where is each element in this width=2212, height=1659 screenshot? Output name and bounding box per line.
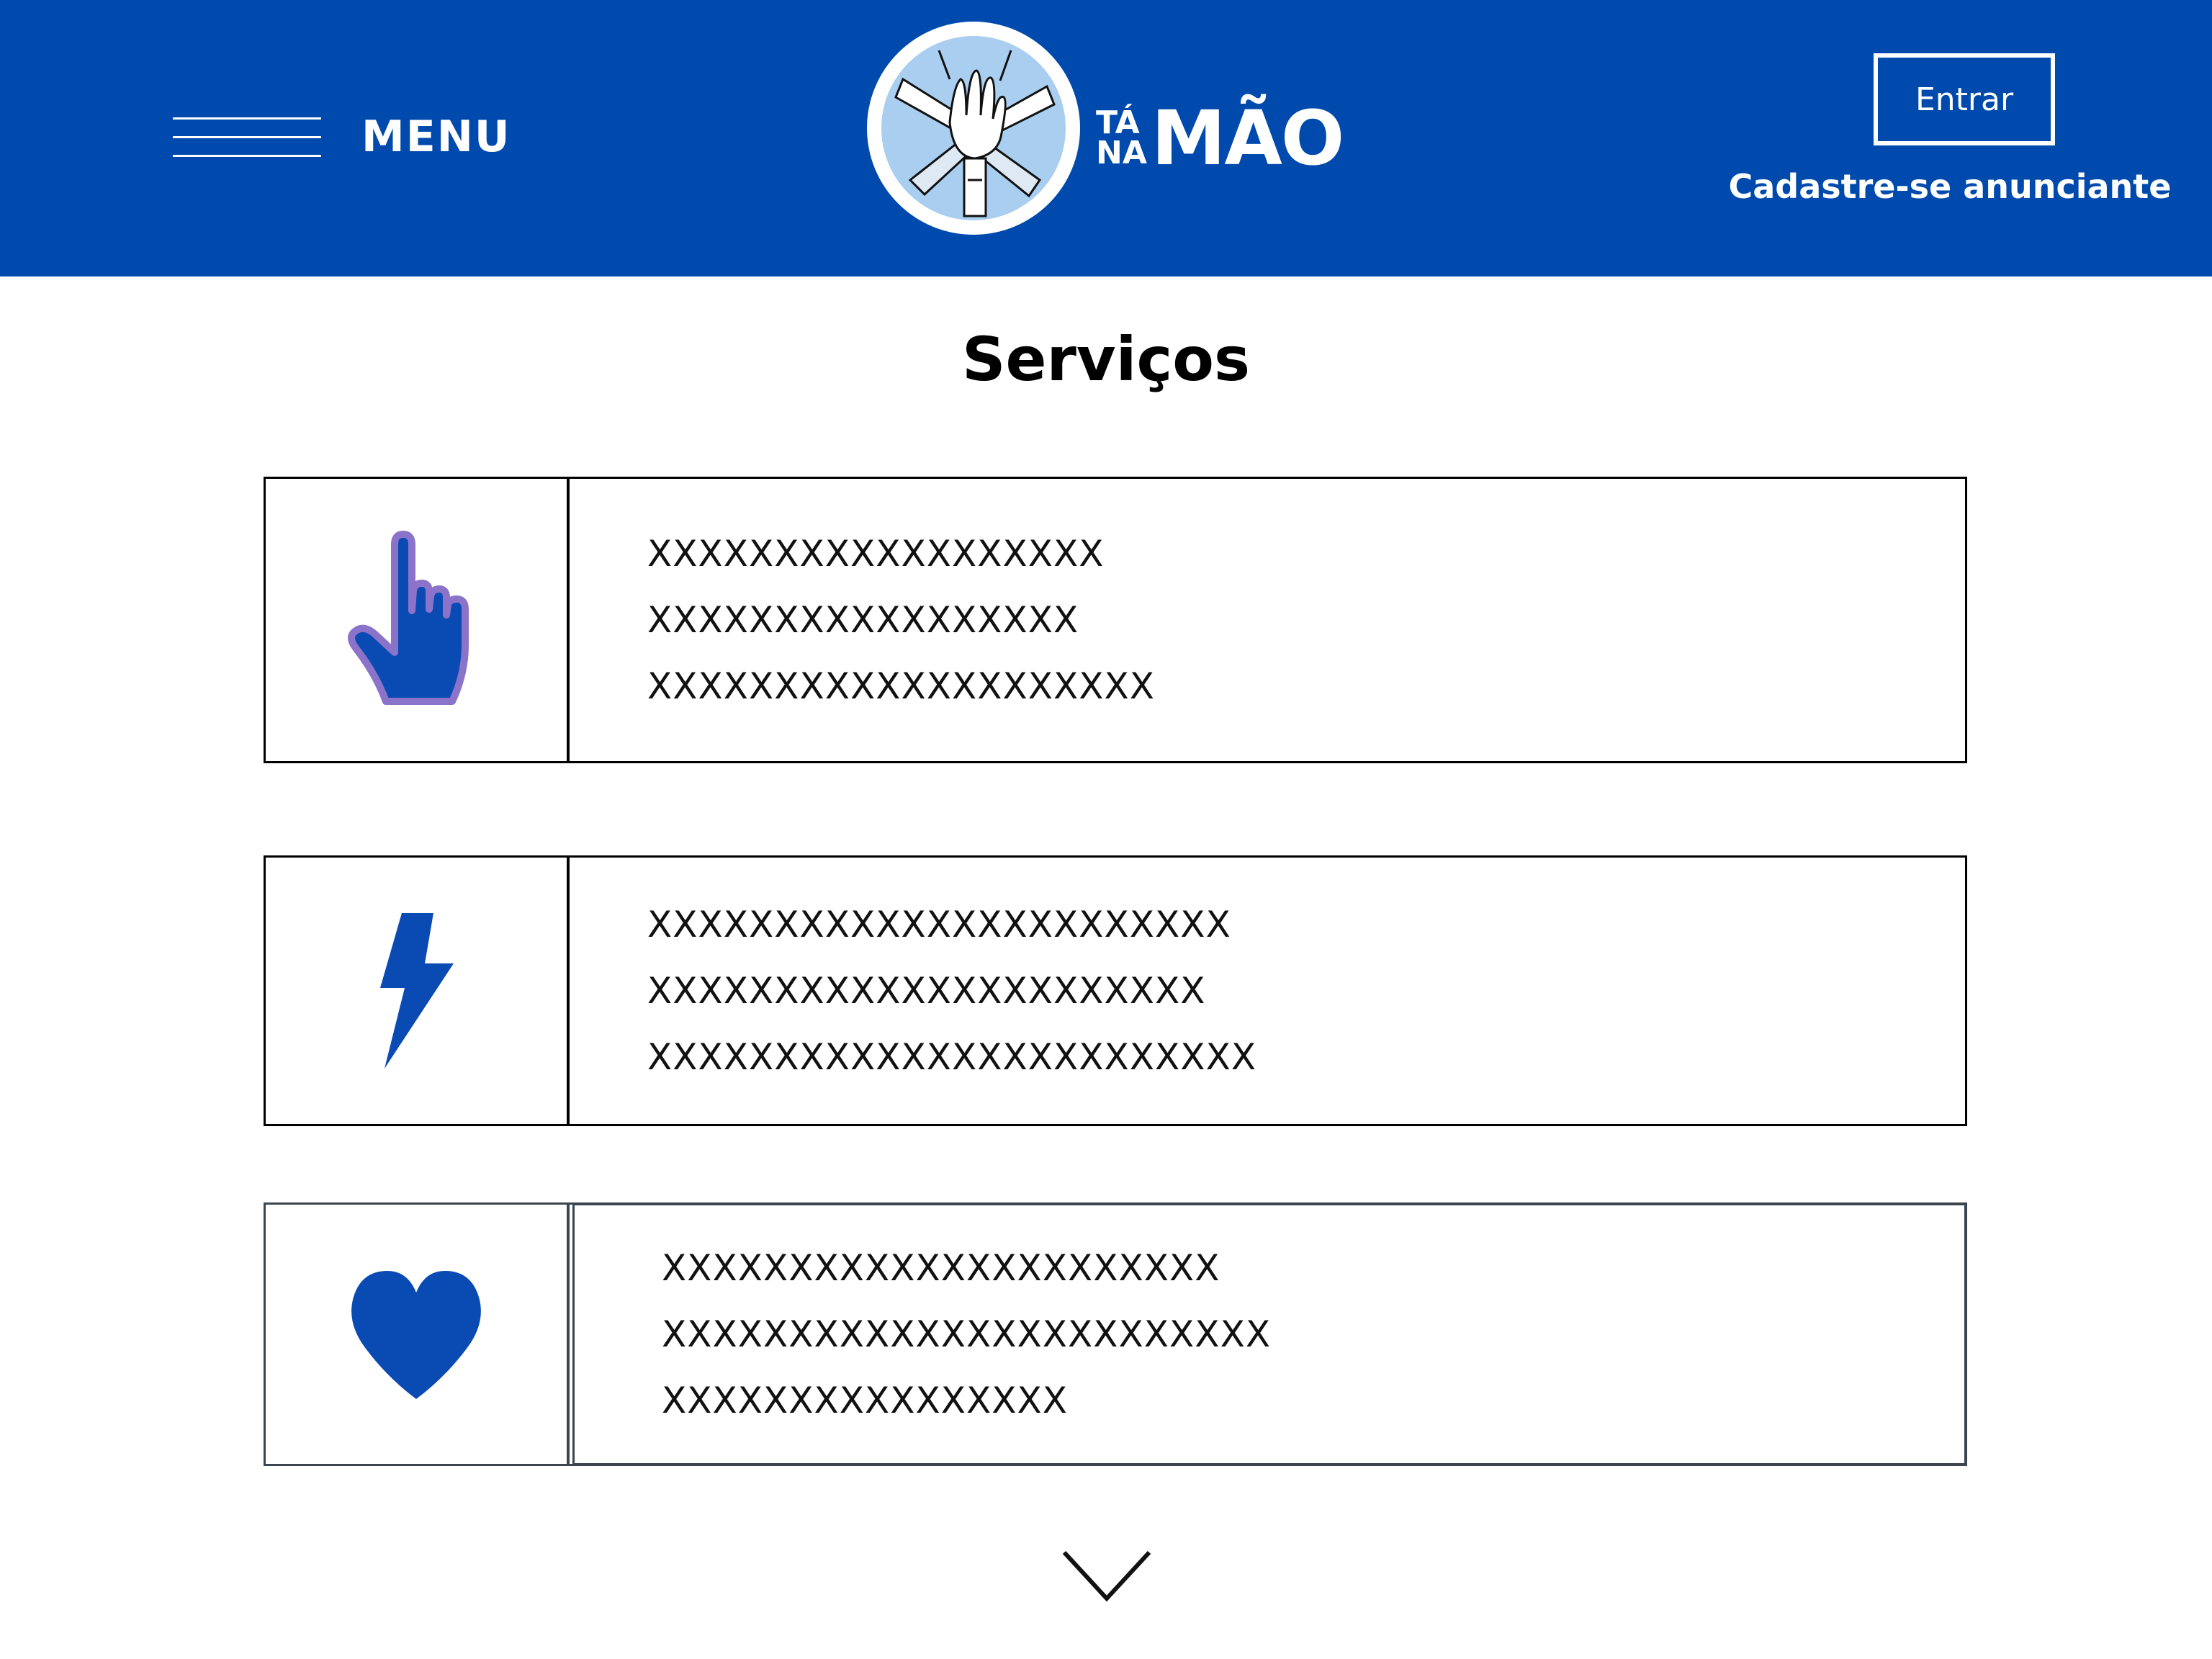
top-header: MENU TÁ NA MÃO Entrar Cadastre-se anunci… — [0, 0, 2212, 276]
lightning-bolt-icon — [380, 913, 454, 1069]
service-card[interactable]: XXXXXXXXXXXXXXXXXX XXXXXXXXXXXXXXXXX XXX… — [264, 477, 1967, 763]
logo-wordmark: TÁ NA MÃO — [1096, 94, 1344, 182]
service-card[interactable]: XXXXXXXXXXXXXXXXXXXXXX XXXXXXXXXXXXXXXXX… — [264, 1202, 1967, 1466]
logo-word-ta: TÁ — [1096, 104, 1140, 141]
service-icon-box — [266, 479, 570, 761]
register-advertiser-link[interactable]: Cadastre-se anunciante — [1728, 167, 2172, 206]
pointing-hand-icon — [348, 531, 469, 705]
service-description: XXXXXXXXXXXXXXXXXX XXXXXXXXXXXXXXXXX XXX… — [647, 479, 1155, 761]
login-button[interactable]: Entrar — [1874, 53, 2055, 145]
page-title: Serviços — [962, 324, 1250, 395]
hamburger-icon — [173, 112, 321, 162]
service-icon-box — [266, 1205, 570, 1464]
service-text-line: XXXXXXXXXXXXXXXXXXXX — [647, 665, 1156, 707]
chevron-down-icon[interactable] — [1061, 1548, 1152, 1603]
service-text-line: XXXXXXXXXXXXXXXXXXXXXXXX — [662, 1313, 1272, 1355]
service-icon-box — [266, 858, 570, 1124]
site-logo[interactable]: TÁ NA MÃO — [864, 19, 1426, 238]
service-description: XXXXXXXXXXXXXXXXXXXXXX XXXXXXXXXXXXXXXXX… — [662, 1205, 1271, 1464]
service-text-line: XXXXXXXXXXXXXXXX — [662, 1380, 1069, 1421]
heart-icon — [351, 1271, 481, 1399]
logo-word-mao: MÃO — [1151, 94, 1344, 182]
service-text-line: XXXXXXXXXXXXXXXXXXXXXX — [647, 970, 1206, 1012]
logo-word-na: NA — [1096, 135, 1147, 171]
service-text-line: XXXXXXXXXXXXXXXXXXXXXXX — [647, 904, 1231, 945]
logo-emblem — [867, 22, 1080, 235]
service-text-line: XXXXXXXXXXXXXXXXXXXXXX — [662, 1247, 1220, 1289]
service-text-line: XXXXXXXXXXXXXXXXXX — [647, 533, 1105, 575]
service-card[interactable]: XXXXXXXXXXXXXXXXXXXXXXX XXXXXXXXXXXXXXXX… — [264, 855, 1967, 1126]
service-description: XXXXXXXXXXXXXXXXXXXXXXX XXXXXXXXXXXXXXXX… — [647, 858, 1256, 1124]
stacked-hands-icon — [881, 36, 1066, 220]
menu-label: MENU — [361, 112, 511, 162]
service-text-line: XXXXXXXXXXXXXXXXX — [647, 599, 1079, 641]
service-text-line: XXXXXXXXXXXXXXXXXXXXXXXX — [647, 1036, 1257, 1078]
menu-button[interactable]: MENU — [173, 101, 518, 173]
